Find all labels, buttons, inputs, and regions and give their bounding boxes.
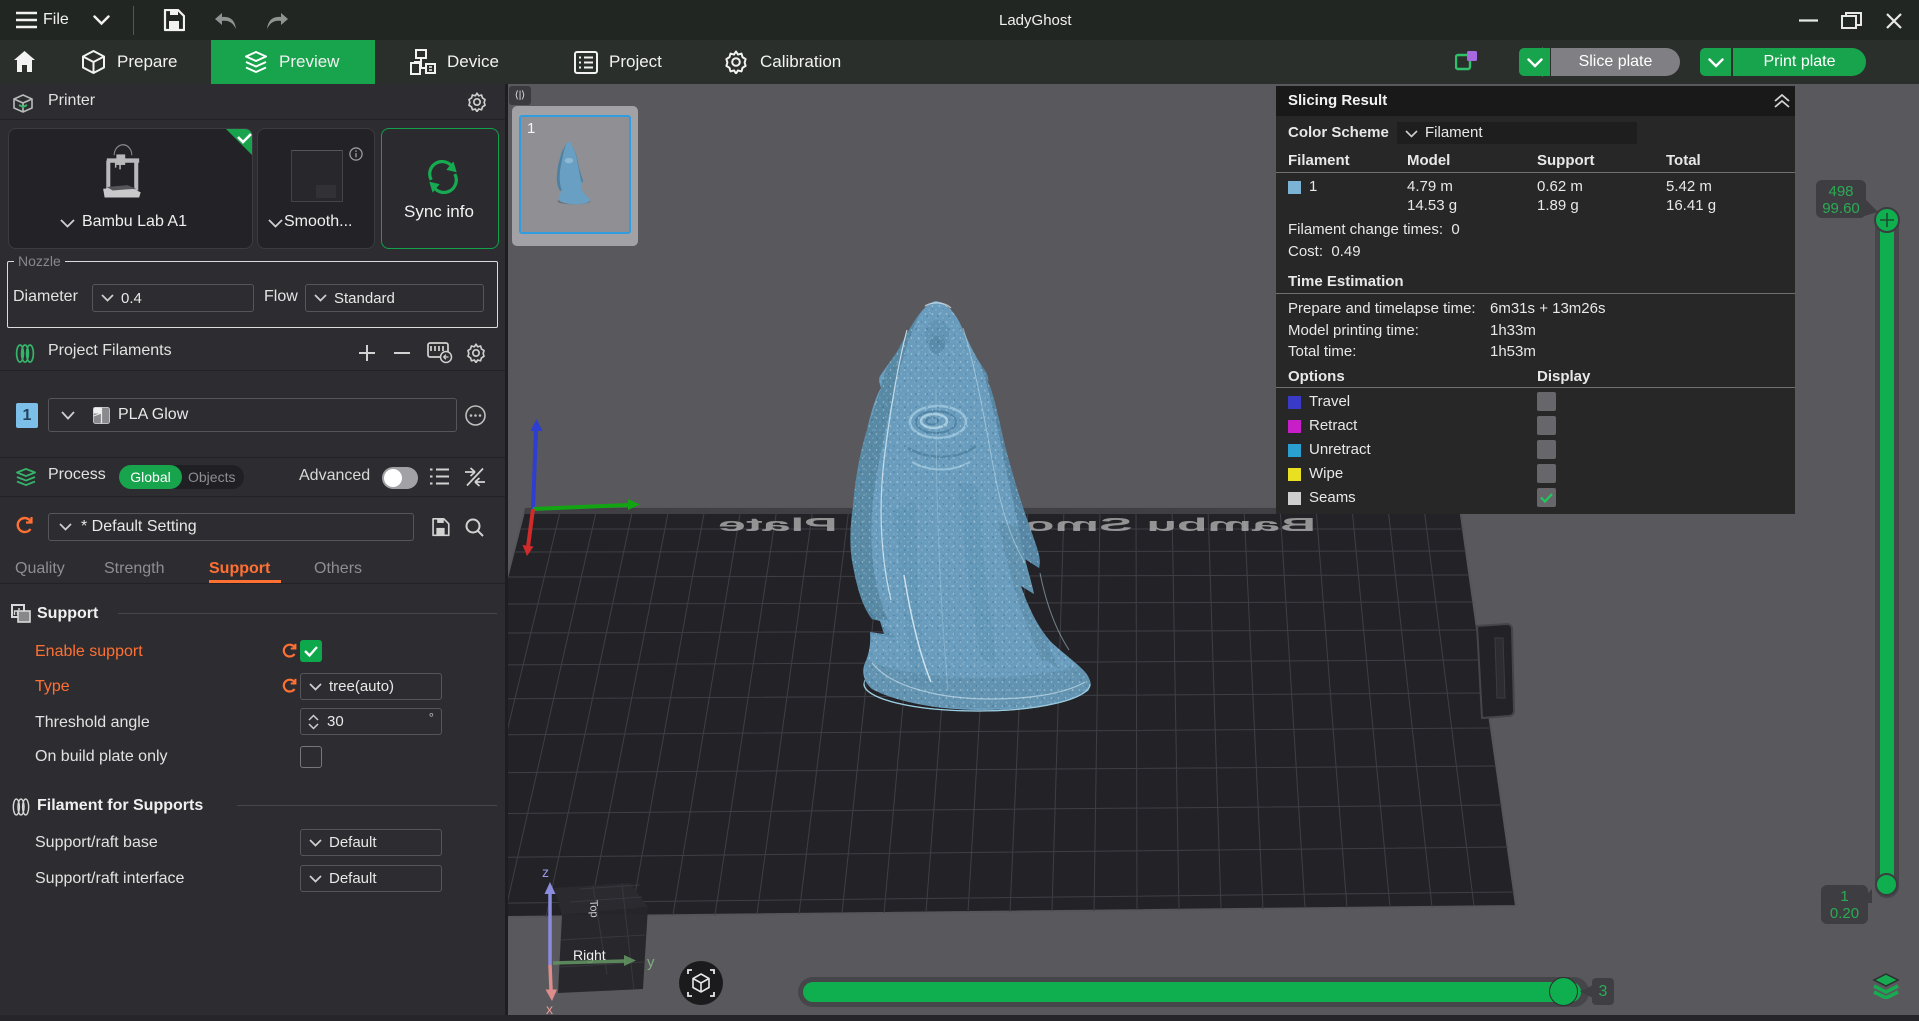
svg-text:z: z [542,864,549,880]
svg-text:y: y [647,954,655,971]
svg-text:x: x [546,1001,553,1015]
svg-text:Top: Top [587,900,600,918]
